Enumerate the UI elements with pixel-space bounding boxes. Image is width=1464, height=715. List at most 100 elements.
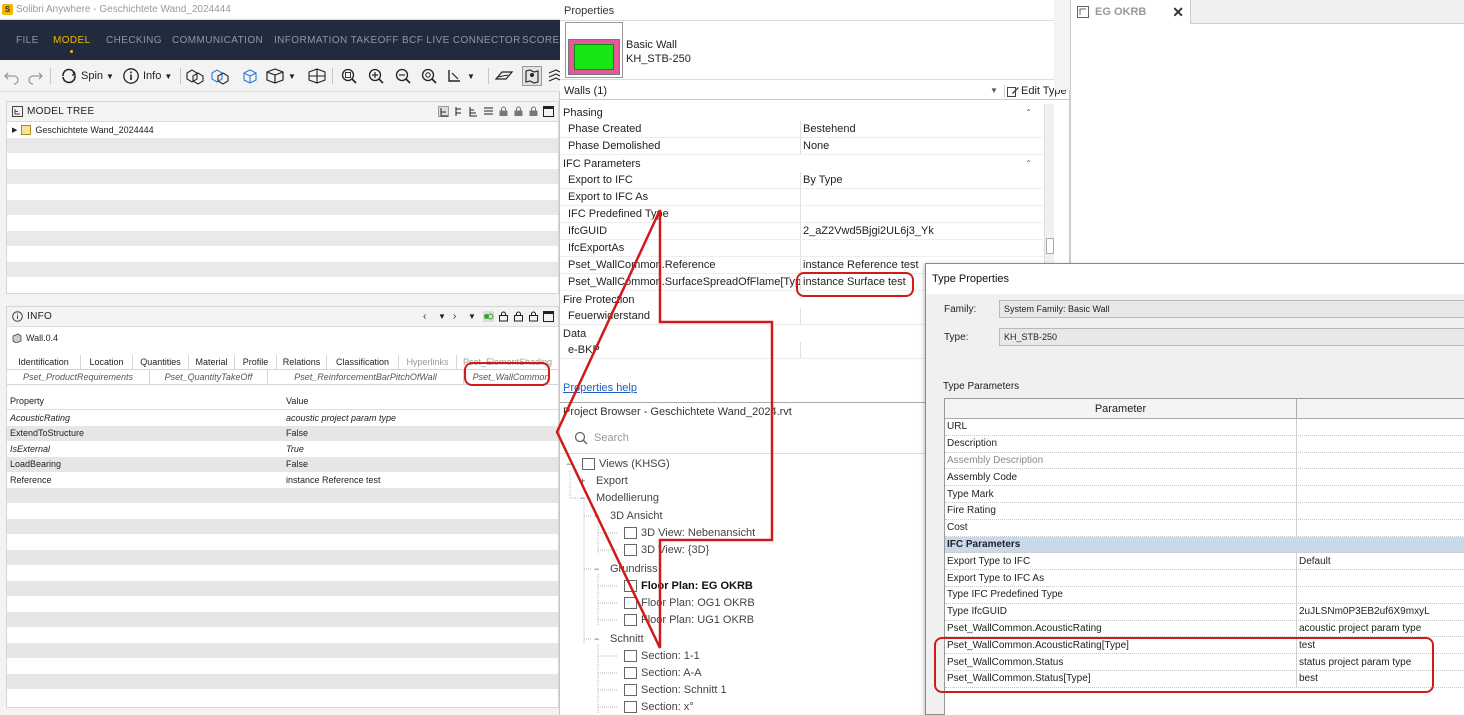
tab-pset-elementshading[interactable]: Pset_ElementShading	[457, 355, 558, 369]
table-row[interactable]: URL	[945, 419, 1464, 436]
layers-button[interactable]	[548, 66, 560, 86]
tab-material[interactable]: Material	[189, 355, 235, 369]
type-selector[interactable]: Basic Wall KH_STB-250 ▼	[560, 20, 1070, 80]
menu-score[interactable]: SCORE	[522, 35, 560, 46]
hierarchy-icon[interactable]	[438, 106, 449, 117]
tab-identification[interactable]: Identification	[7, 355, 81, 369]
tab-profile[interactable]: Profile	[235, 355, 277, 369]
chevron-down-icon[interactable]: ▼	[990, 86, 998, 95]
family-dropdown[interactable]: System Family: Basic Wall	[999, 300, 1464, 318]
table-row[interactable]: IfcGUID 2_aZ2Vwd5Bjgi2UL6j3_Yk	[560, 223, 1044, 240]
menu-bcf-live-connector[interactable]: BCF LIVE CONNECTOR	[402, 35, 521, 46]
lock-icon[interactable]	[528, 311, 539, 322]
section-box-button[interactable]	[307, 66, 327, 86]
table-row[interactable]: Cost	[945, 519, 1464, 537]
param-value[interactable]: 2uJLSNm0P3EB2uf6X9mxyL	[1297, 604, 1464, 620]
menu-model[interactable]: MODEL	[53, 35, 91, 53]
table-row[interactable]: Export to IFC By Type	[560, 172, 1044, 189]
lock-icon[interactable]	[498, 106, 509, 117]
properties-help-link[interactable]: Properties help	[563, 382, 637, 394]
property-column-header[interactable]: Property	[7, 396, 283, 406]
zoom-in-button[interactable]	[367, 66, 385, 86]
table-row[interactable]: Pset_WallCommon.AcousticRating[Type] test	[945, 637, 1464, 655]
tab-quantities[interactable]: Quantities	[133, 355, 189, 369]
parameter-column-header[interactable]: Parameter	[945, 399, 1297, 418]
table-row[interactable]: Export to IFC As	[560, 189, 1044, 206]
tree-filter-icon[interactable]	[468, 106, 479, 117]
table-row[interactable]: Reference instance Reference test	[7, 472, 558, 488]
param-value[interactable]	[1297, 503, 1464, 519]
table-row[interactable]: AcousticRating acoustic project param ty…	[7, 410, 558, 426]
instance-filter[interactable]: Walls (1)	[560, 85, 607, 97]
param-value[interactable]	[1297, 469, 1464, 485]
param-value[interactable]: Default	[1297, 553, 1464, 569]
table-row[interactable]: IfcExportAs	[560, 240, 1044, 257]
tab-pset-productrequirements[interactable]: Pset_ProductRequirements	[7, 370, 150, 384]
tab-hyperlinks[interactable]: Hyperlinks	[399, 355, 457, 369]
isolate-button[interactable]	[210, 66, 230, 86]
group-row-ifc-parameters[interactable]: IFC Parameters	[945, 536, 1464, 554]
select-box-button[interactable]	[242, 66, 258, 86]
tab-classification[interactable]: Classification	[327, 355, 399, 369]
tab-pset-wallcommon[interactable]: Pset_WallCommon	[464, 370, 558, 384]
lock-icon[interactable]	[528, 106, 539, 117]
table-row[interactable]: Type IFC Predefined Type	[945, 586, 1464, 604]
table-row[interactable]: Assembly Description	[945, 452, 1464, 470]
chevron-right-icon[interactable]: ›	[453, 311, 464, 322]
value-column-header[interactable]	[1297, 399, 1464, 418]
maximize-icon[interactable]	[543, 106, 554, 117]
close-icon[interactable]: ✕	[1172, 4, 1184, 21]
param-value[interactable]: test	[1297, 637, 1464, 653]
zoom-fit-button[interactable]	[340, 66, 358, 86]
table-row[interactable]: ExtendToStructure False	[7, 425, 558, 441]
param-value[interactable]	[1297, 436, 1464, 452]
tree-list-icon[interactable]	[483, 106, 494, 117]
menu-communication[interactable]: COMMUNICATION	[172, 35, 263, 46]
value-column-header[interactable]: Value	[283, 396, 558, 406]
maximize-icon[interactable]	[543, 311, 554, 322]
table-row[interactable]: Pset_WallCommon.Status status project par…	[945, 654, 1464, 671]
table-row[interactable]: Fire Rating	[945, 502, 1464, 520]
tab-location[interactable]: Location	[81, 355, 133, 369]
table-row[interactable]: Pset_WallCommon.AcousticRating acoustic p…	[945, 620, 1464, 638]
menu-file[interactable]: FILE	[16, 35, 39, 46]
tab-pset-reinforcementbarpitchofwall[interactable]: Pset_ReinforcementBarPitchOfWall	[268, 370, 464, 384]
table-row[interactable]: Description	[945, 435, 1464, 453]
param-value[interactable]: best	[1297, 671, 1464, 687]
zoom-selected-button[interactable]	[420, 66, 438, 86]
table-row[interactable]: Type Mark	[945, 486, 1464, 503]
model-views-button[interactable]	[185, 66, 205, 86]
chevron-down-icon[interactable]: ▼	[468, 311, 479, 322]
param-value[interactable]	[1297, 486, 1464, 502]
link-icon[interactable]	[483, 311, 494, 322]
param-value[interactable]: acoustic project param type	[1297, 621, 1464, 637]
collapse-icon[interactable]: ⌃	[1025, 159, 1032, 168]
tree-item[interactable]: ▶ Geschichtete Wand_2024444	[7, 122, 558, 138]
menu-information-takeoff[interactable]: INFORMATION TAKEOFF	[274, 35, 399, 46]
param-value[interactable]	[1297, 520, 1464, 536]
table-row[interactable]: Type IfcGUID 2uJLSNm0P3EB2uf6X9mxyL	[945, 603, 1464, 621]
expand-arrow-icon[interactable]: ▶	[12, 126, 17, 134]
param-value[interactable]	[1297, 570, 1464, 586]
tab-pset-quantitytakeoff[interactable]: Pset_QuantityTakeOff	[150, 370, 268, 384]
scrollbar-thumb[interactable]	[1046, 238, 1054, 254]
table-row[interactable]: Pset_WallCommon.Status[Type] best	[945, 670, 1464, 688]
lock-icon[interactable]	[498, 311, 509, 322]
group-phasing[interactable]: Phasing ⌃	[560, 104, 1044, 121]
group-ifc-parameters[interactable]: IFC Parameters ⌃	[560, 155, 1044, 172]
collapse-icon[interactable]: ⌃	[1025, 108, 1032, 117]
param-value[interactable]	[1297, 453, 1464, 469]
table-row[interactable]: LoadBearing False	[7, 456, 558, 472]
chevron-left-icon[interactable]: ‹	[423, 311, 434, 322]
zoom-out-button[interactable]	[394, 66, 412, 86]
slice-button[interactable]	[494, 66, 514, 86]
param-value[interactable]: status project param type	[1297, 654, 1464, 670]
info-button[interactable]: Info ▼	[122, 66, 172, 86]
type-dropdown[interactable]: KH_STB-250	[999, 328, 1464, 346]
redo-button[interactable]	[26, 66, 44, 86]
undo-button[interactable]	[3, 66, 21, 86]
view-tab-eg-okrb[interactable]: EG OKRB ✕	[1071, 0, 1191, 24]
spin-button[interactable]: Spin ▼	[60, 66, 114, 86]
table-row[interactable]: Phase Created Bestehend	[560, 121, 1044, 138]
lock-icon[interactable]	[513, 106, 524, 117]
